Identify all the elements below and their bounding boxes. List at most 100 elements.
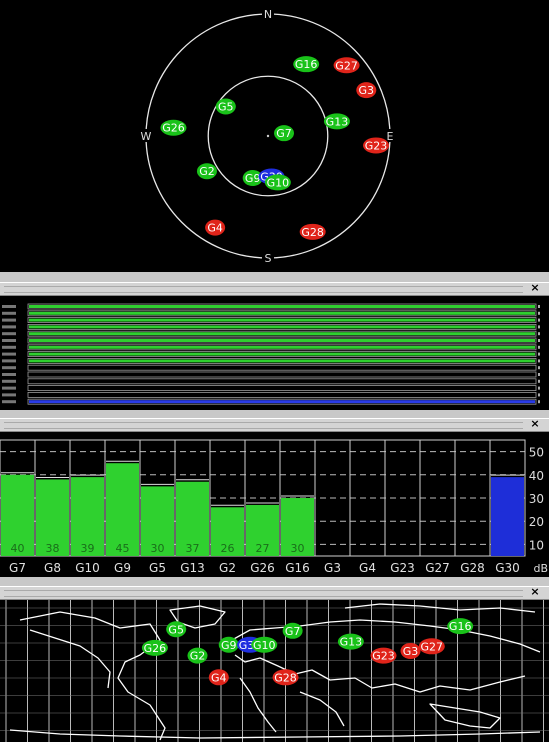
signal-row-track — [27, 371, 537, 378]
world-map-panel: G5 G26 G2 G9 G30 G10 G7 G4 G28 G13 G23 G3 G27 G16 — [0, 600, 549, 742]
satellite-g3[interactable]: G3 — [400, 642, 421, 659]
close-icon[interactable]: × — [529, 282, 541, 294]
signal-row-marker — [538, 373, 540, 376]
south-label: S — [265, 252, 272, 265]
signal-rows-panel — [0, 296, 549, 410]
satellite-g9[interactable]: G9 — [218, 636, 239, 653]
x-tick-label: G27 — [425, 561, 450, 575]
x-tick-label: G10 — [75, 561, 100, 575]
bar-value-label: 30 — [151, 542, 165, 555]
x-tick-label: G4 — [359, 561, 376, 575]
sky-plot-panel: NSWEG16G27G3G13G23G7G5G26G2G9G30G10G4G28 — [0, 0, 549, 272]
signal-row-marker — [538, 366, 540, 370]
satellite-g13[interactable]: G13 — [323, 113, 350, 130]
x-tick-label: G9 — [114, 561, 131, 575]
satellite-label: G9 — [245, 172, 261, 185]
satellite-g23[interactable]: G23 — [363, 137, 390, 154]
satellite-label: G28 — [301, 226, 324, 239]
coastline — [239, 677, 277, 733]
satellite-label: G2 — [199, 165, 215, 178]
satellite-g26[interactable]: G26 — [141, 639, 168, 656]
bar-value-label: 26 — [221, 542, 235, 555]
satellite-label: G10 — [267, 176, 290, 189]
signal-row-fill — [29, 339, 535, 342]
x-tick-label: G5 — [149, 561, 166, 575]
coastline — [231, 619, 541, 653]
bar-value-label: 40 — [11, 542, 25, 555]
signal-row-id — [2, 311, 16, 315]
signal-row-track — [27, 364, 537, 371]
x-tick-label: G23 — [390, 561, 415, 575]
x-tick-label: G2 — [219, 561, 236, 575]
window-titlebar-2[interactable]: × — [0, 418, 549, 432]
x-tick-label: G8 — [44, 561, 61, 575]
close-icon[interactable]: × — [529, 418, 541, 430]
titlebar-grip[interactable] — [4, 422, 523, 429]
titlebar-grip[interactable] — [4, 590, 523, 597]
satellite-label: G4 — [207, 222, 223, 235]
satellite-g13[interactable]: G13 — [337, 633, 364, 650]
window-titlebar-3[interactable]: × — [0, 586, 549, 600]
satellite-label: G16 — [295, 58, 318, 71]
signal-row-marker — [538, 325, 540, 329]
signal-row-id — [2, 352, 16, 356]
satellite-g28[interactable]: G28 — [272, 669, 299, 686]
bar-value-label: 37 — [186, 542, 200, 555]
satellite-label: G16 — [449, 620, 472, 633]
signal-row-id — [2, 373, 16, 376]
signal-row-fill — [29, 332, 535, 336]
satellite-g10[interactable]: G10 — [251, 636, 278, 653]
signal-row-marker — [538, 345, 540, 349]
bar-value-label: 45 — [116, 542, 130, 555]
satellite-g10[interactable]: G10 — [264, 174, 291, 191]
satellite-label: G7 — [276, 127, 292, 140]
y-tick-label: 30 — [529, 492, 544, 506]
x-tick-label: G13 — [180, 561, 205, 575]
signal-row-marker — [538, 359, 540, 363]
titlebar-grip[interactable] — [4, 286, 523, 293]
satellite-g27[interactable]: G27 — [333, 57, 360, 74]
satellite-g16[interactable]: G16 — [447, 618, 474, 635]
satellite-g4[interactable]: G4 — [208, 669, 229, 686]
west-label: W — [141, 130, 152, 143]
satellite-label: G5 — [168, 623, 184, 636]
satellite-label: G23 — [365, 139, 388, 152]
window-titlebar-1[interactable]: × — [0, 282, 549, 296]
satellite-g23[interactable]: G23 — [370, 647, 397, 664]
east-label: E — [387, 130, 394, 143]
signal-row-fill — [29, 359, 535, 363]
signal-row-id — [2, 400, 16, 404]
signal-row-marker — [538, 332, 540, 336]
satellite-g4[interactable]: G4 — [205, 219, 226, 236]
signal-row-marker — [538, 339, 540, 342]
satellite-g28[interactable]: G28 — [299, 223, 326, 240]
signal-row-id — [2, 386, 16, 390]
signal-row-fill — [29, 345, 535, 349]
satellite-g2[interactable]: G2 — [187, 647, 208, 664]
satellite-g27[interactable]: G27 — [418, 638, 445, 655]
satellite-label: G7 — [285, 625, 301, 638]
y-tick-label: 50 — [529, 446, 544, 460]
x-tick-label: G7 — [9, 561, 26, 575]
satellite-g2[interactable]: G2 — [196, 163, 217, 180]
signal-row-fill — [29, 352, 535, 356]
signal-row-fill — [29, 400, 535, 404]
satellite-g7[interactable]: G7 — [282, 622, 303, 639]
x-tick-label: G30 — [495, 561, 520, 575]
satellite-label: G26 — [144, 642, 167, 655]
zenith-dot — [266, 134, 270, 138]
signal-row-id — [2, 318, 16, 322]
satellite-label: G26 — [162, 122, 185, 135]
signal-row-track — [27, 392, 537, 398]
satellite-g7[interactable]: G7 — [274, 125, 295, 142]
satellite-g3[interactable]: G3 — [356, 82, 377, 99]
satellite-g26[interactable]: G26 — [160, 119, 187, 136]
close-icon[interactable]: × — [529, 586, 541, 598]
satellite-g5[interactable]: G5 — [166, 621, 187, 638]
satellite-g5[interactable]: G5 — [215, 98, 236, 115]
satellite-label: G3 — [359, 84, 375, 97]
signal-row-fill — [29, 305, 535, 308]
bar-value-label: 27 — [256, 542, 270, 555]
satellite-g16[interactable]: G16 — [293, 56, 320, 73]
signal-row-id — [2, 366, 16, 370]
